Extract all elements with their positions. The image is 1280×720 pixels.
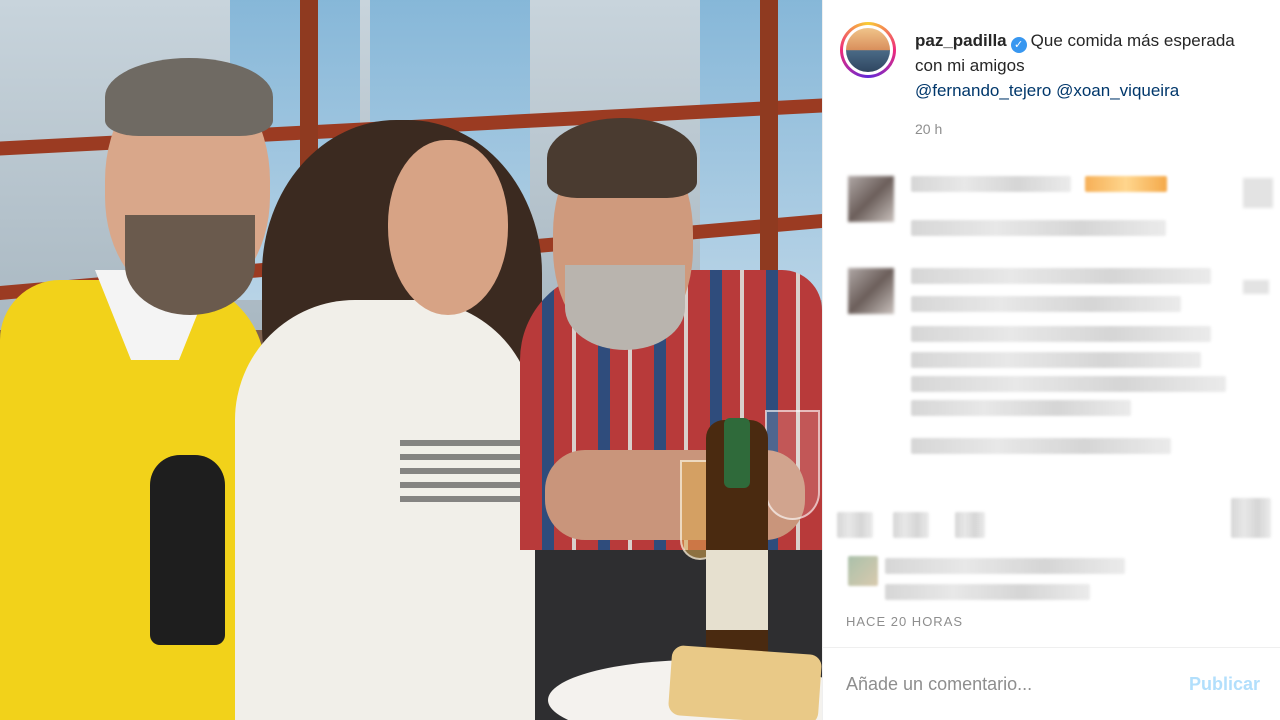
username-link[interactable]: paz_padilla bbox=[915, 31, 1007, 50]
person-left-beard bbox=[125, 215, 255, 315]
blurred-action-icon bbox=[955, 512, 985, 538]
blurred-like-avatar bbox=[848, 556, 878, 586]
beer-bottle bbox=[706, 418, 768, 660]
mention-link[interactable]: @xoan_viqueira bbox=[1056, 81, 1179, 100]
verified-badge-icon: ✓ bbox=[1010, 37, 1027, 53]
blurred-bookmark-icon bbox=[1231, 498, 1271, 538]
blurred-comment-text bbox=[911, 438, 1171, 454]
blurred-comment-emoji bbox=[1085, 176, 1167, 192]
blurred-likes-text bbox=[885, 558, 1125, 574]
blurred-comment-text bbox=[911, 376, 1226, 392]
person-right-beard bbox=[565, 265, 685, 350]
blurred-comment-text bbox=[911, 296, 1181, 312]
post-photo[interactable] bbox=[0, 0, 822, 720]
blurred-comment-text bbox=[911, 400, 1131, 416]
blurred-comment-avatar bbox=[848, 176, 894, 222]
divider bbox=[823, 647, 1280, 648]
blurred-comment-avatar bbox=[848, 268, 894, 314]
blurred-action-icon bbox=[893, 512, 929, 538]
person-left-sweater-print bbox=[150, 455, 225, 645]
blurred-comment-text bbox=[911, 220, 1166, 236]
person-center-hoodie-print bbox=[400, 440, 520, 510]
avatar[interactable] bbox=[840, 22, 896, 78]
blurred-comment-text bbox=[911, 268, 1211, 284]
blurred-like-icon bbox=[1243, 280, 1269, 294]
post-side-panel: paz_padilla ✓ Que comida más esperada con … bbox=[822, 0, 1280, 720]
comment-input[interactable] bbox=[846, 674, 1166, 695]
post-date: HACE 20 HORAS bbox=[846, 614, 964, 629]
publish-button[interactable]: Publicar bbox=[1189, 674, 1260, 695]
person-left-hair bbox=[105, 58, 273, 136]
beer-bottle-label bbox=[706, 550, 768, 630]
caption-timestamp: 20 h bbox=[915, 121, 943, 137]
blurred-action-icon bbox=[837, 512, 873, 538]
blurred-likes-text bbox=[885, 584, 1090, 600]
food bbox=[667, 644, 822, 720]
beer-bottle-neck bbox=[724, 418, 750, 488]
avatar-image bbox=[846, 28, 890, 72]
post-caption: paz_padilla ✓ Que comida más esperada con … bbox=[915, 28, 1255, 103]
blurred-comment-text bbox=[911, 352, 1201, 368]
wine-glass bbox=[765, 410, 820, 520]
blurred-like-icon bbox=[1243, 178, 1273, 208]
person-center-face bbox=[388, 140, 508, 315]
post-caption-header: paz_padilla ✓ Que comida más esperada con … bbox=[823, 0, 1280, 160]
blurred-comment-text bbox=[911, 326, 1211, 342]
blurred-comment-text bbox=[911, 176, 1071, 192]
mention-link[interactable]: @fernando_tejero bbox=[915, 81, 1051, 100]
person-right-hair bbox=[547, 118, 697, 198]
person-center-hoodie bbox=[235, 300, 535, 720]
